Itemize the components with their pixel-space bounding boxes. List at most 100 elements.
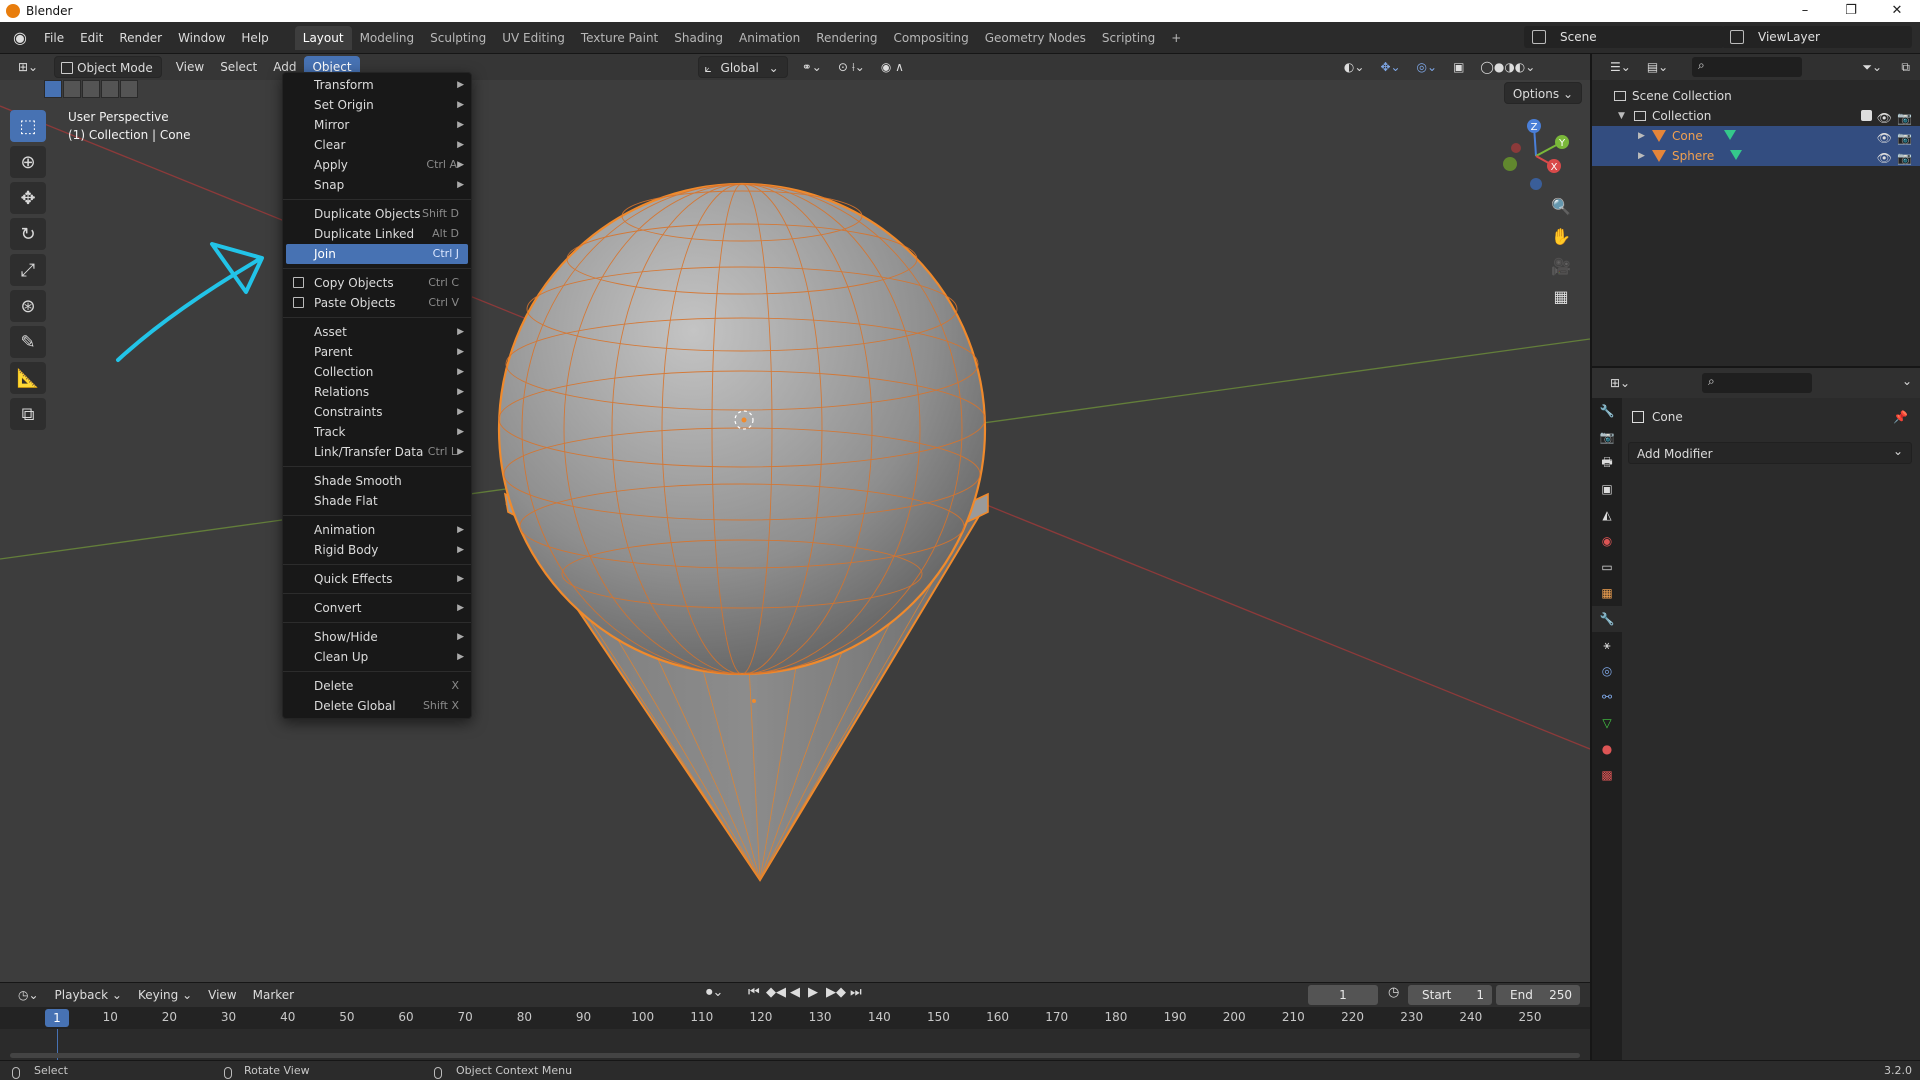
pin-icon[interactable]: 📌: [1893, 406, 1908, 428]
tool-tab-icon[interactable]: 🔧: [1592, 398, 1622, 424]
menu-item-track[interactable]: Track ▶: [283, 422, 471, 442]
select-new-mode-icon[interactable]: [44, 80, 62, 98]
camera-view-icon[interactable]: 🎥: [1548, 254, 1574, 280]
filter-icon[interactable]: ⏷⌄: [1854, 56, 1890, 78]
timeline-menu-keying[interactable]: Keying ⌄: [130, 984, 200, 1006]
menu-edit[interactable]: Edit: [72, 26, 111, 50]
next-keyframe-icon[interactable]: ▶◆: [826, 985, 846, 1000]
select-box-tool-icon[interactable]: ⬚: [10, 110, 46, 142]
menu-item-delete-global[interactable]: Delete Global Shift X: [283, 696, 471, 716]
add-workspace-button[interactable]: +: [1163, 26, 1189, 50]
menu-item-link-transfer-data[interactable]: Link/Transfer Data Ctrl L ▶: [283, 442, 471, 462]
menu-item-duplicate-linked[interactable]: Duplicate Linked Alt D: [283, 224, 471, 244]
modifier-tab-icon[interactable]: 🔧: [1592, 606, 1622, 632]
outliner-search-input[interactable]: ⌕: [1692, 57, 1802, 77]
menu-item-set-origin[interactable]: Set Origin ▶: [283, 95, 471, 115]
viewport-menu-select[interactable]: Select: [212, 56, 265, 78]
xray-toggle-icon[interactable]: ▣: [1445, 56, 1472, 78]
expand-cone-icon[interactable]: ▶: [1638, 126, 1645, 146]
visibility-icon[interactable]: ◐⌄: [1336, 56, 1373, 78]
tab-modeling[interactable]: Modeling: [352, 26, 423, 50]
eye-icon[interactable]: 👁: [1877, 148, 1892, 168]
outliner-editor-type-icon[interactable]: ☰⌄: [1602, 56, 1639, 78]
shading-mode-icons[interactable]: ◯●◑◐⌄: [1472, 56, 1543, 78]
menu-item-paste-objects[interactable]: Paste Objects Ctrl V: [283, 293, 471, 313]
preview-range-icon[interactable]: ◷: [1388, 985, 1399, 1000]
menu-item-delete[interactable]: Delete X: [283, 676, 471, 696]
menu-item-mirror[interactable]: Mirror ▶: [283, 115, 471, 135]
jump-end-icon[interactable]: ⏭: [850, 985, 862, 1000]
move-tool-icon[interactable]: ✥: [10, 182, 46, 214]
tab-geometry-nodes[interactable]: Geometry Nodes: [977, 26, 1094, 50]
mesh-data-icon[interactable]: [1730, 150, 1742, 160]
expand-sphere-icon[interactable]: ▶: [1638, 146, 1645, 166]
menu-item-copy-objects[interactable]: Copy Objects Ctrl C: [283, 273, 471, 293]
tab-scripting[interactable]: Scripting: [1094, 26, 1163, 50]
menu-item-asset[interactable]: Asset ▶: [283, 322, 471, 342]
object-mode-dropdown[interactable]: Object Mode: [54, 56, 162, 78]
jump-start-icon[interactable]: ⏮: [748, 985, 760, 1000]
viewport-menu-view[interactable]: View: [168, 56, 212, 78]
menu-item-duplicate-objects[interactable]: Duplicate Objects Shift D: [283, 204, 471, 224]
add-modifier-button[interactable]: Add Modifier: [1628, 440, 1912, 464]
data-tab-icon[interactable]: ▽: [1592, 710, 1622, 736]
properties-search-input[interactable]: ⌕: [1702, 373, 1812, 393]
transform-orientation-dropdown[interactable]: ⟀ Global ⌄: [697, 56, 788, 78]
start-frame-field[interactable]: Start 1: [1408, 985, 1492, 1005]
cursor-tool-icon[interactable]: ⊕: [10, 146, 46, 178]
rotate-tool-icon[interactable]: ↻: [10, 218, 46, 250]
gizmo-toggle-icon[interactable]: ✥⌄: [1372, 56, 1408, 78]
select-invert-mode-icon[interactable]: [101, 80, 119, 98]
menu-item-collection[interactable]: Collection ▶: [283, 362, 471, 382]
constraints-tab-icon[interactable]: ⚯: [1592, 684, 1622, 710]
pan-hand-icon[interactable]: ✋: [1548, 224, 1574, 250]
minimize-button[interactable]: –: [1782, 0, 1828, 22]
close-button[interactable]: ✕: [1874, 0, 1920, 22]
record-icon[interactable]: ⏺⌄: [706, 985, 723, 1000]
scene-objects[interactable]: [0, 54, 1590, 982]
overlays-toggle-icon[interactable]: ◎⌄: [1409, 56, 1446, 78]
current-frame-field[interactable]: 1: [1308, 985, 1378, 1005]
tab-shading[interactable]: Shading: [666, 26, 731, 50]
ortho-grid-icon[interactable]: ▦: [1548, 284, 1574, 310]
chevron-down-icon[interactable]: ⌄: [1902, 374, 1912, 388]
timeline-menu-view[interactable]: View: [200, 984, 244, 1006]
menu-help[interactable]: Help: [233, 26, 276, 50]
render-camera-icon[interactable]: 📷: [1897, 148, 1912, 168]
menu-item-relations[interactable]: Relations ▶: [283, 382, 471, 402]
object-tab-icon[interactable]: ▦: [1592, 580, 1622, 606]
mesh-data-icon[interactable]: [1724, 130, 1736, 140]
menu-item-animation[interactable]: Animation ▶: [283, 520, 471, 540]
scene-tab-icon[interactable]: ◭: [1592, 502, 1622, 528]
render-tab-icon[interactable]: 📷: [1592, 424, 1622, 450]
view-layer-tab-icon[interactable]: ▣: [1592, 476, 1622, 502]
select-subtract-mode-icon[interactable]: [82, 80, 100, 98]
select-extend-mode-icon[interactable]: [63, 80, 81, 98]
new-collection-icon[interactable]: ⧉: [1893, 56, 1918, 78]
eye-icon[interactable]: 👁: [1877, 108, 1892, 128]
menu-item-join[interactable]: Join Ctrl J: [286, 244, 468, 264]
sphere-object[interactable]: [497, 182, 987, 676]
output-tab-icon[interactable]: 🖶: [1592, 450, 1622, 476]
end-frame-field[interactable]: End 250: [1496, 985, 1580, 1005]
eye-icon[interactable]: 👁: [1877, 128, 1892, 148]
menu-item-rigid-body[interactable]: Rigid Body ▶: [283, 540, 471, 560]
transform-tool-icon[interactable]: ⊛: [10, 290, 46, 322]
scale-tool-icon[interactable]: ⤢: [10, 254, 46, 286]
editor-type-icon[interactable]: ⊞⌄: [10, 56, 46, 78]
render-camera-icon[interactable]: 📷: [1897, 128, 1912, 148]
timeline-menu-marker[interactable]: Marker: [245, 984, 302, 1006]
menu-item-constraints[interactable]: Constraints ▶: [283, 402, 471, 422]
menu-item-shade-smooth[interactable]: Shade Smooth: [283, 471, 471, 491]
menu-item-convert[interactable]: Convert ▶: [283, 598, 471, 618]
menu-render[interactable]: Render: [111, 26, 170, 50]
particles-tab-icon[interactable]: ⚹: [1592, 632, 1622, 658]
timeline-menu-playback[interactable]: Playback ⌄: [47, 984, 130, 1006]
view-layer-selector[interactable]: ViewLayer: [1722, 26, 1912, 48]
add-cube-tool-icon[interactable]: ⧉: [10, 398, 46, 430]
world-tab-icon[interactable]: ◉: [1592, 528, 1622, 554]
outliner-scene-collection[interactable]: Scene Collection: [1592, 86, 1920, 106]
play-icon[interactable]: ▶: [808, 985, 818, 1000]
menu-item-show-hide[interactable]: Show/Hide ▶: [283, 627, 471, 647]
menu-item-shade-flat[interactable]: Shade Flat: [283, 491, 471, 511]
